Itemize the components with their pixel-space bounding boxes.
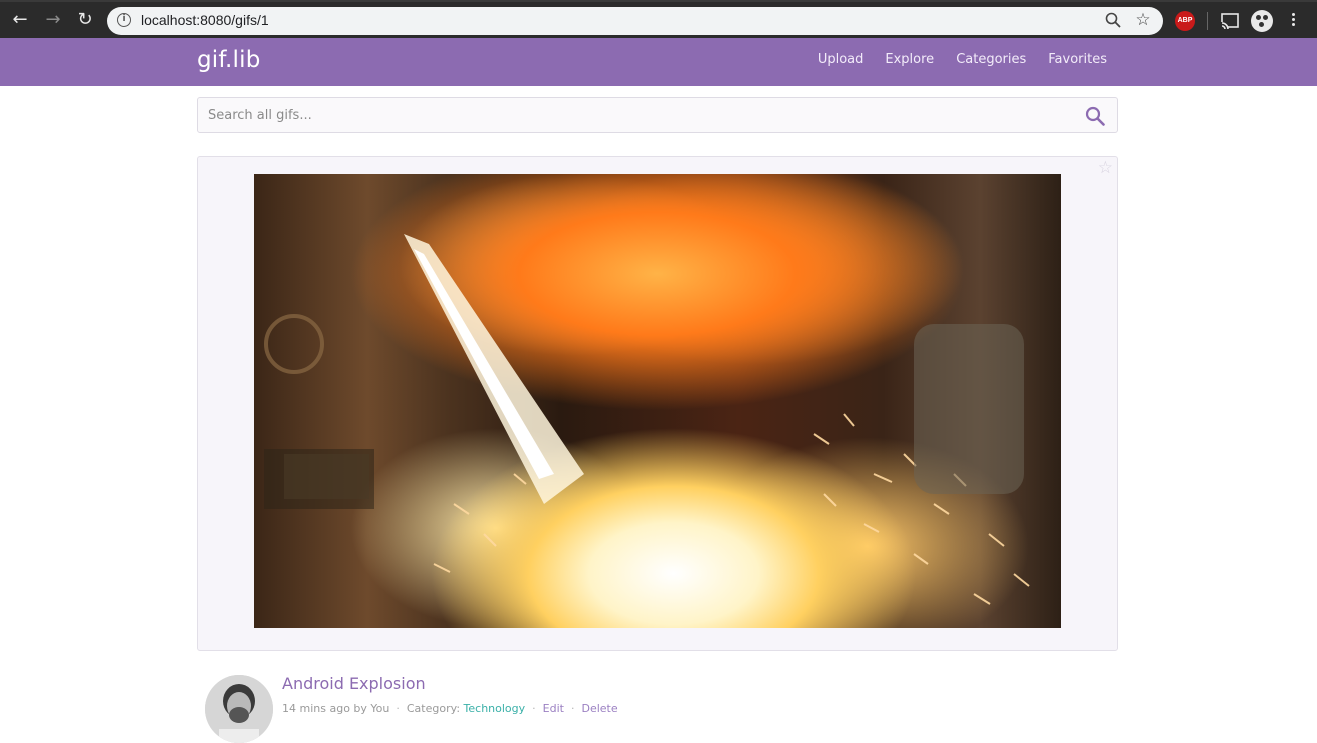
nav-favorites[interactable]: Favorites: [1048, 52, 1107, 67]
posted-info: 14 mins ago by You: [282, 702, 390, 715]
adblock-extension-icon[interactable]: ABP: [1175, 11, 1195, 31]
nav-categories[interactable]: Categories: [956, 52, 1026, 67]
edit-link[interactable]: Edit: [543, 702, 564, 715]
separator-dot: ·: [570, 702, 575, 715]
gif-title[interactable]: Android Explosion: [282, 674, 426, 693]
brand-logo[interactable]: gif.lib: [197, 47, 261, 73]
favorite-star-icon[interactable]: ☆: [1098, 160, 1113, 177]
nav-upload[interactable]: Upload: [818, 52, 864, 67]
nav-explore[interactable]: Explore: [885, 52, 934, 67]
url-text[interactable]: localhost:8080/gifs/1: [141, 12, 269, 28]
app-header: gif.lib Upload Explore Categories Favori…: [0, 38, 1317, 86]
menu-icon[interactable]: [1288, 11, 1298, 31]
gif-card: ☆: [197, 156, 1118, 651]
separator-dot: ·: [396, 702, 400, 715]
cast-icon[interactable]: [1220, 11, 1240, 31]
gif-meta: 14 mins ago by You · Category: Technology ·…: [282, 702, 618, 715]
toolbar-divider: [1207, 12, 1208, 30]
browser-toolbar: ← → ↻ i localhost:8080/gifs/1 ☆ ABP: [0, 0, 1317, 38]
forward-icon[interactable]: →: [41, 8, 65, 32]
delete-link[interactable]: Delete: [581, 702, 617, 715]
category-label: Category:: [406, 702, 461, 715]
address-bar[interactable]: i localhost:8080/gifs/1 ☆: [107, 7, 1163, 35]
bookmark-star-icon[interactable]: ☆: [1133, 10, 1153, 30]
gif-image: [254, 174, 1061, 628]
reload-icon[interactable]: ↻: [73, 8, 97, 32]
search-input[interactable]: [208, 98, 1068, 132]
separator-dot: ·: [532, 702, 536, 715]
category-link[interactable]: Technology: [464, 702, 526, 715]
profile-icon[interactable]: [1251, 10, 1273, 32]
zoom-icon[interactable]: [1105, 12, 1121, 28]
back-icon[interactable]: ←: [8, 8, 32, 32]
info-icon[interactable]: i: [117, 13, 131, 27]
main-nav: Upload Explore Categories Favorites: [796, 52, 1107, 67]
explosion-sparks: [264, 234, 1030, 605]
search-icon[interactable]: [1085, 106, 1105, 126]
search-bar: [197, 97, 1118, 133]
